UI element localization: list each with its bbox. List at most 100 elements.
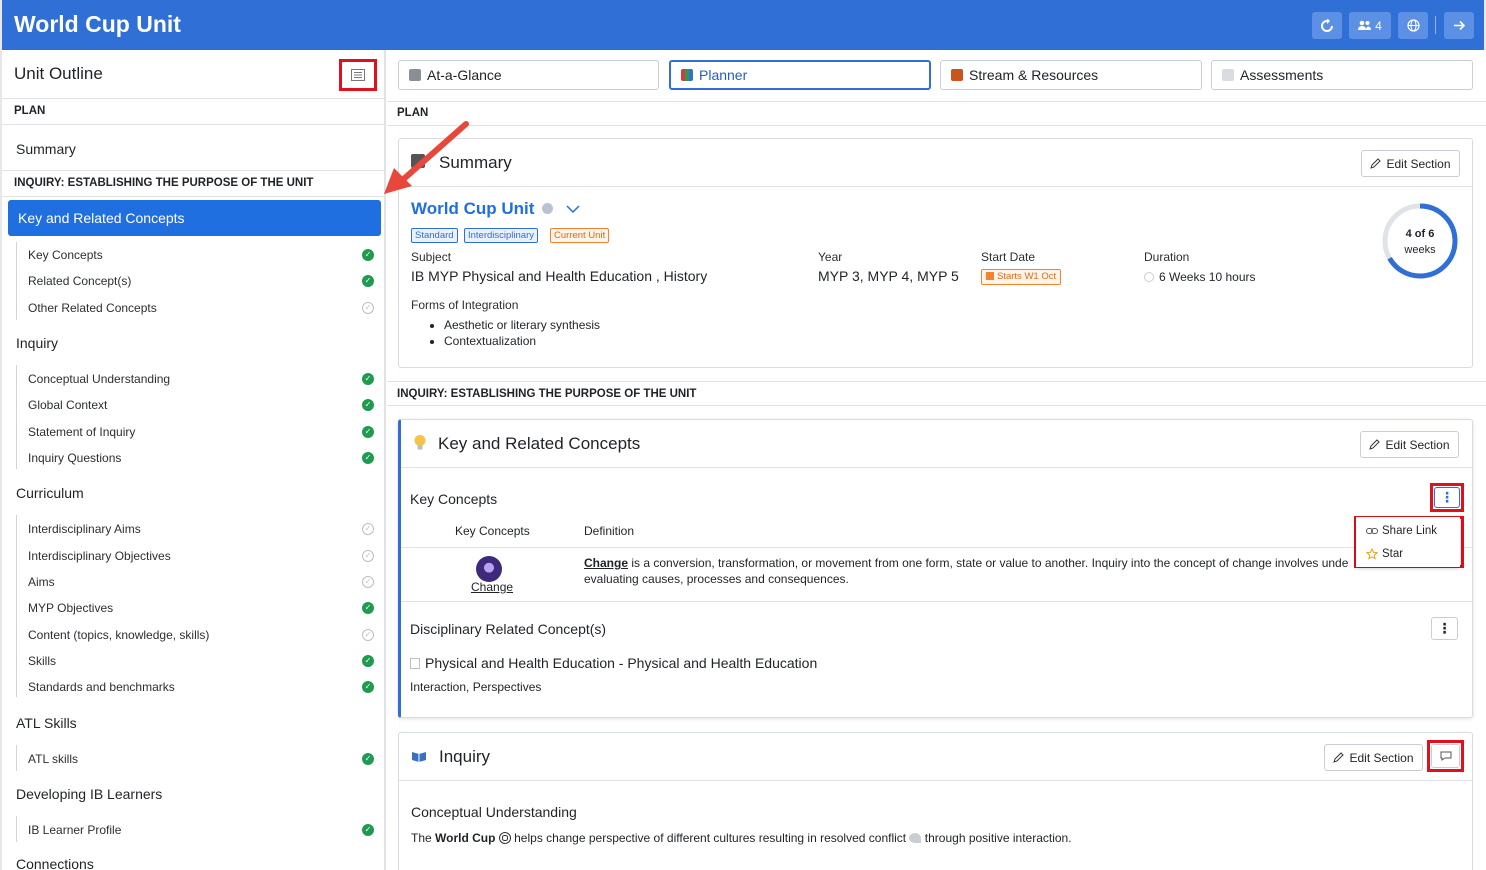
weeks-unit-text: weeks: [1403, 244, 1436, 256]
tab-at-a-glance[interactable]: At-a-Glance: [398, 60, 659, 90]
duration-label: Duration: [1144, 250, 1190, 264]
edit-label: Edit Section: [1386, 156, 1451, 171]
book-icon: [412, 752, 426, 762]
drc-more-button[interactable]: ⋮: [1431, 617, 1458, 640]
check-empty-icon: ✓: [362, 302, 374, 314]
menu-item-star[interactable]: Star: [1366, 548, 1403, 560]
sidebar-group-inquiry[interactable]: Inquiry: [16, 335, 58, 351]
year-value: MYP 3, MYP 4, MYP 5: [818, 268, 959, 284]
drc-values: Interaction, Perspectives: [410, 680, 542, 694]
check-icon: ✓: [362, 602, 374, 614]
definition-text: evaluating causes, processes and consequ…: [584, 572, 849, 586]
change-definition: Change is a conversion, transformation, …: [584, 555, 1359, 587]
lightbulb-icon: [414, 435, 426, 450]
refresh-icon: [1321, 18, 1333, 32]
sidebar-item-content[interactable]: Content (topics, knowledge, skills): [28, 628, 209, 642]
users-count: 4: [1375, 18, 1382, 33]
check-icon: ✓: [362, 426, 374, 438]
language-button[interactable]: [1398, 12, 1428, 39]
exit-button[interactable]: [1444, 12, 1474, 39]
sidebar-item-global-context[interactable]: Global Context: [28, 398, 107, 412]
sidebar-item-related-concepts[interactable]: Related Concept(s): [28, 274, 131, 288]
soccer-ball-icon: [498, 832, 511, 844]
sidebar-item-key-concepts[interactable]: Key Concepts: [28, 248, 103, 262]
check-icon: ✓: [362, 824, 374, 836]
divider: [399, 186, 1472, 187]
divider: [387, 405, 1486, 406]
sidebar-item-aims[interactable]: Aims: [28, 575, 55, 589]
chevron-down-icon[interactable]: [566, 205, 580, 214]
drc-heading: Disciplinary Related Concept(s): [410, 621, 607, 637]
drc-subject-text: Physical and Health Education - Physical…: [425, 655, 818, 671]
check-icon: ✓: [362, 655, 374, 667]
krc-title: Key and Related Concepts: [438, 434, 641, 453]
sidebar-item-key-related-concepts[interactable]: Key and Related Concepts: [8, 200, 381, 236]
sidebar-section-inquiry: INQUIRY: ESTABLISHING THE PURPOSE OF THE…: [2, 170, 384, 197]
sidebar-rail: [16, 242, 17, 320]
sidebar-item-inquiry-questions[interactable]: Inquiry Questions: [28, 451, 121, 465]
edit-label: Edit Section: [1349, 750, 1414, 765]
tab-label: At-a-Glance: [427, 67, 502, 83]
sidebar-item-atl-skills[interactable]: ATL skills: [28, 752, 78, 766]
edit-summary-button[interactable]: Edit Section: [1361, 150, 1460, 177]
sidebar-rail: [16, 816, 17, 842]
cu-statement: The World Cup helps change perspective o…: [411, 831, 1072, 845]
outline-toggle-button[interactable]: [339, 59, 377, 91]
sidebar-item-conceptual-understanding[interactable]: Conceptual Understanding: [28, 372, 170, 386]
unit-name-link[interactable]: World Cup Unit: [411, 199, 580, 219]
comment-button[interactable]: [1431, 744, 1460, 768]
top-bar: World Cup Unit 4: [0, 0, 1486, 50]
sidebar-item-other-related-concepts[interactable]: Other Related Concepts: [28, 301, 157, 315]
edit-label: Edit Section: [1385, 437, 1450, 452]
annotation-arrow: [384, 121, 469, 194]
sidebar-item-learner-profile[interactable]: IB Learner Profile: [28, 823, 121, 837]
inquiry-card: Inquiry Edit Section Conceptual Understa…: [398, 732, 1473, 870]
sidebar-item-interdisciplinary-objectives[interactable]: Interdisciplinary Objectives: [28, 549, 171, 563]
sidebar-section-plan: PLAN: [2, 99, 384, 125]
change-concept-link[interactable]: Change: [471, 580, 513, 594]
dove-icon: [909, 833, 922, 843]
cu-text: helps change perspective of different cu…: [510, 831, 910, 845]
link-icon: [1366, 528, 1378, 534]
sidebar-group-connections[interactable]: Connections: [16, 856, 94, 870]
key-related-concepts-card: Key and Related Concepts Edit Section Ke…: [398, 419, 1473, 718]
tab-planner[interactable]: Planner: [669, 60, 931, 90]
sync-button[interactable]: [1312, 12, 1342, 39]
sidebar-item-summary[interactable]: Summary: [16, 141, 76, 157]
sidebar-item-myp-objectives[interactable]: MYP Objectives: [28, 601, 113, 615]
divider: [399, 780, 1472, 781]
sidebar-title: Unit Outline: [14, 64, 103, 83]
menu-label: Star: [1382, 548, 1404, 560]
sidebar-item-statement-of-inquiry[interactable]: Statement of Inquiry: [28, 425, 135, 439]
edit-krc-button[interactable]: Edit Section: [1360, 431, 1459, 458]
users-button[interactable]: 4: [1349, 12, 1391, 39]
sidebar-item-interdisciplinary-aims[interactable]: Interdisciplinary Aims: [28, 522, 141, 536]
sidebar-item-skills[interactable]: Skills: [28, 654, 56, 668]
sidebar-header: Unit Outline: [2, 50, 384, 99]
year-label: Year: [818, 250, 843, 264]
menu-item-share-link[interactable]: Share Link: [1366, 525, 1437, 537]
sidebar-group-curriculum[interactable]: Curriculum: [16, 485, 84, 501]
list-icon: [351, 69, 365, 81]
clock-icon: [1144, 272, 1154, 282]
more-options-menu: Share Link Star: [1356, 517, 1460, 567]
divider: [401, 547, 1473, 548]
divider: [387, 381, 1486, 382]
stream-icon: [951, 69, 963, 81]
sidebar-group-learners[interactable]: Developing IB Learners: [16, 786, 162, 802]
calendar-icon: [986, 272, 994, 280]
tab-label: Stream & Resources: [969, 67, 1099, 83]
check-empty-icon: ✓: [362, 629, 374, 641]
edit-inquiry-button[interactable]: Edit Section: [1324, 744, 1423, 771]
tab-assessments[interactable]: Assessments: [1211, 60, 1473, 90]
glance-icon: [409, 69, 421, 81]
definition-term[interactable]: Change: [584, 556, 628, 570]
summary-card: Summary Edit Section World Cup Unit Stan…: [398, 138, 1473, 368]
menu-label: Share Link: [1382, 525, 1437, 537]
key-concepts-more-button[interactable]: ⋮: [1434, 487, 1460, 508]
divider: [401, 467, 1473, 468]
sidebar-group-atl[interactable]: ATL Skills: [16, 715, 77, 731]
tab-stream-resources[interactable]: Stream & Resources: [940, 60, 1202, 90]
cu-text: through positive interaction.: [921, 831, 1072, 845]
sidebar-item-standards[interactable]: Standards and benchmarks: [28, 680, 175, 694]
